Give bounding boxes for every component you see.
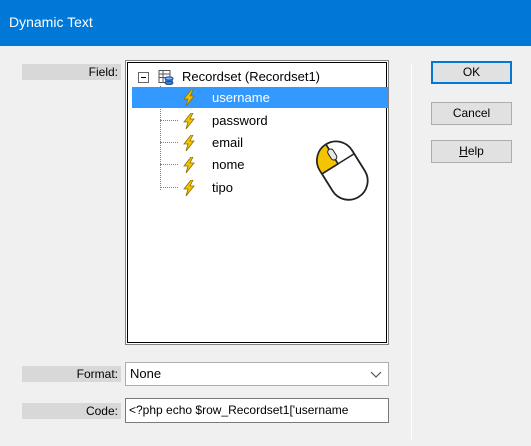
lightning-bolt-icon [183,180,195,196]
lightning-bolt-icon [183,113,195,129]
vertical-divider [411,64,412,439]
help-mnemonic: H [459,144,468,158]
tree-item-username[interactable]: username [132,87,388,108]
mouse-left-click-icon [316,140,369,201]
tree-root-recordset[interactable]: Recordset (Recordset1) [132,66,387,87]
tree-item-label: password [212,113,268,128]
tree-item-label: username [212,90,270,105]
tree-item-label: tipo [212,180,233,195]
tree-item-label: email [212,135,244,150]
cancel-button[interactable]: Cancel [431,102,512,125]
tree-branch [160,187,178,188]
lightning-bolt-icon [183,135,195,151]
format-label: Format: [22,366,121,382]
field-label: Field: [22,64,121,80]
help-label-rest: elp [467,144,484,158]
tree-root-label: Recordset (Recordset1) [182,69,320,84]
format-select[interactable]: None [125,362,389,386]
code-label: Code: [22,403,121,419]
tree-branch [160,97,178,98]
tree-item-password[interactable]: password [132,110,388,131]
lightning-bolt-icon [183,157,195,173]
format-value: None [130,366,162,381]
dialog-body: Field: Recordset (Recordset1) username p… [0,46,531,446]
help-button[interactable]: Help [431,140,512,163]
chevron-down-icon[interactable] [370,369,382,379]
window-title: Dynamic Text [9,14,93,30]
collapse-minus-icon[interactable] [138,72,149,83]
tree-branch [160,142,178,143]
lightning-bolt-icon [183,90,195,106]
tree-item-label: nome [212,157,245,172]
recordset-database-icon [158,70,174,85]
tree-branch [160,164,178,165]
code-field[interactable]: <?php echo $row_Recordset1['username [125,398,389,423]
title-bar: Dynamic Text [0,0,531,46]
ok-button[interactable]: OK [431,61,512,84]
tree-branch [160,120,178,121]
